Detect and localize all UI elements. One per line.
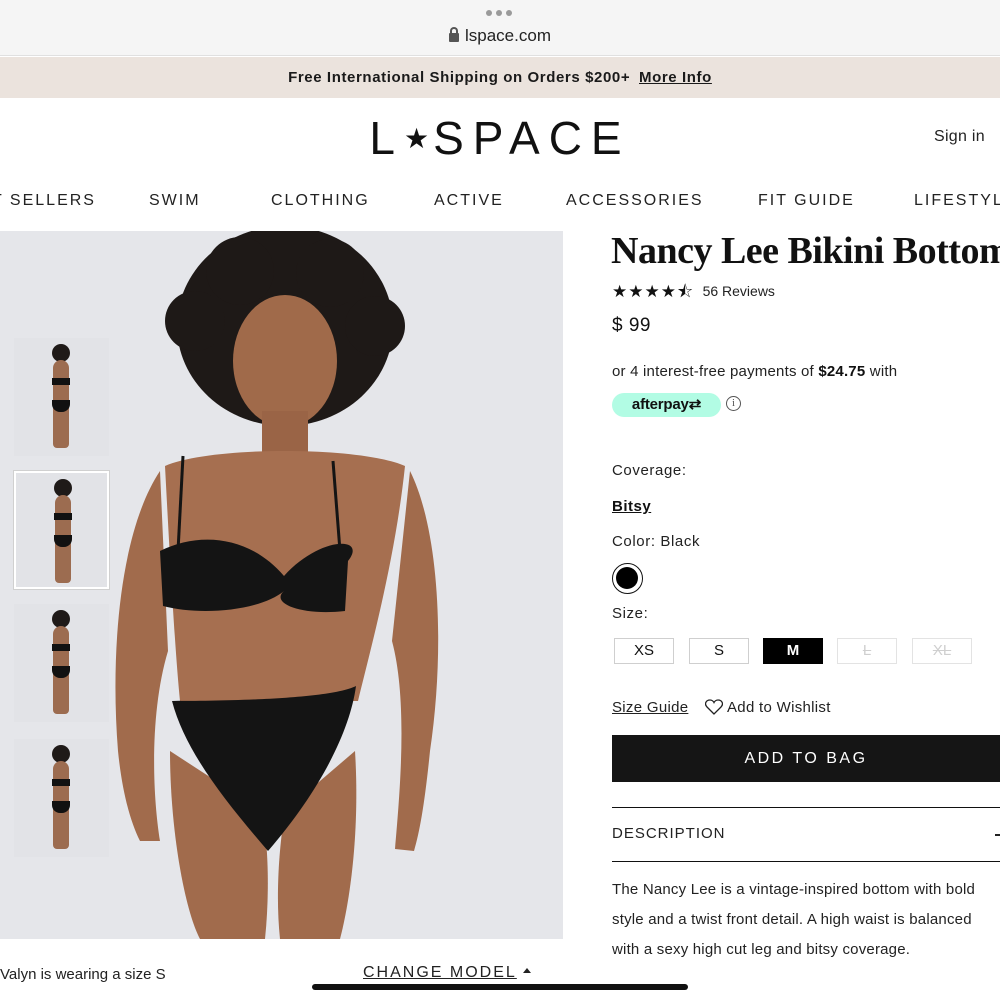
info-icon[interactable]: i bbox=[726, 396, 741, 411]
thumbnail-side-view[interactable] bbox=[14, 604, 109, 722]
size-option-xl: XL bbox=[912, 638, 972, 664]
size-guide-link[interactable]: Size Guide bbox=[612, 699, 688, 716]
nav-item-accessories[interactable]: ACCESSORIES bbox=[566, 192, 704, 210]
thumbnail-pose-view[interactable] bbox=[14, 739, 109, 857]
model-size-caption: Valyn is wearing a size S bbox=[0, 966, 166, 983]
size-option-xs[interactable]: XS bbox=[614, 638, 674, 664]
product-title: Nancy Lee Bikini Bottom bbox=[611, 230, 1000, 272]
divider bbox=[612, 807, 1000, 808]
nav-item-lifestyle[interactable]: LIFESTYLE bbox=[914, 192, 1000, 210]
promo-banner: Free International Shipping on Orders $2… bbox=[0, 57, 1000, 98]
promo-text: Free International Shipping on Orders $2… bbox=[288, 69, 631, 86]
change-model-label: CHANGE MODEL bbox=[363, 964, 517, 981]
size-option-l: L bbox=[837, 638, 897, 664]
star-half-icon: ⯪ bbox=[677, 282, 694, 301]
review-count-link[interactable]: 56 Reviews bbox=[703, 283, 775, 299]
coverage-label: Coverage: bbox=[612, 462, 687, 479]
tab-dots-icon[interactable] bbox=[486, 10, 514, 18]
product-description: The Nancy Lee is a vintage-inspired bott… bbox=[612, 881, 976, 958]
heart-icon bbox=[705, 699, 723, 715]
size-option-s[interactable]: S bbox=[689, 638, 749, 664]
installment-info: or 4 interest-free payments of $24.75 wi… bbox=[612, 363, 897, 380]
more-info-link[interactable]: More Info bbox=[639, 69, 712, 86]
thumbnail-front-view[interactable] bbox=[13, 470, 110, 590]
change-model-button[interactable]: CHANGE MODEL bbox=[363, 964, 531, 982]
lock-icon bbox=[449, 27, 459, 42]
caret-up-icon bbox=[522, 968, 531, 973]
site-logo[interactable]: L★SPACE bbox=[0, 112, 1000, 165]
nav-item-clothing[interactable]: CLOTHING bbox=[271, 192, 370, 210]
description-toggle[interactable]: DESCRIPTION bbox=[612, 825, 726, 842]
star-logo-icon: ★ bbox=[403, 123, 434, 154]
home-indicator bbox=[312, 984, 688, 990]
installment-suffix: with bbox=[869, 363, 898, 380]
size-option-m[interactable]: M bbox=[763, 638, 823, 664]
product-rating[interactable]: ★★★★⯪ 56 Reviews bbox=[612, 282, 775, 302]
star-full-icon: ★ bbox=[644, 282, 660, 301]
logo-letter: L bbox=[369, 112, 404, 164]
sign-in-link[interactable]: Sign in bbox=[934, 128, 985, 146]
nav-item-active[interactable]: ACTIVE bbox=[434, 192, 504, 210]
logo-word: SPACE bbox=[433, 112, 631, 164]
installment-amount: $24.75 bbox=[818, 363, 866, 380]
afterpay-label: afterpay bbox=[631, 396, 689, 413]
nav-item-fit-guide[interactable]: FIT GUIDE bbox=[758, 192, 855, 210]
product-gallery bbox=[0, 231, 563, 939]
color-swatch-black[interactable] bbox=[612, 563, 643, 594]
divider bbox=[612, 861, 1000, 862]
main-nav: T SELLERS SWIM CLOTHING ACTIVE ACCESSORI… bbox=[0, 192, 1000, 216]
nav-item-swim[interactable]: SWIM bbox=[149, 192, 201, 210]
url-text: lspace.com bbox=[465, 26, 551, 45]
color-label: Color: Black bbox=[612, 533, 701, 550]
thumbnail-back-view[interactable] bbox=[14, 338, 109, 456]
product-price: $ 99 bbox=[612, 315, 651, 336]
star-full-icon: ★ bbox=[628, 282, 644, 301]
address-bar[interactable]: lspace.com bbox=[0, 26, 1000, 46]
size-label: Size: bbox=[612, 605, 649, 622]
minus-icon[interactable] bbox=[995, 834, 1000, 836]
add-to-bag-button[interactable]: ADD TO BAG bbox=[612, 735, 1000, 782]
nav-item-best-sellers[interactable]: T SELLERS bbox=[0, 192, 96, 210]
wishlist-label: Add to Wishlist bbox=[727, 699, 831, 716]
star-full-icon: ★ bbox=[612, 282, 628, 301]
coverage-value-link[interactable]: Bitsy bbox=[612, 498, 651, 515]
browser-bar: lspace.com bbox=[0, 0, 1000, 56]
afterpay-badge[interactable]: afterpay⇄ bbox=[612, 393, 721, 417]
add-to-wishlist-button[interactable]: Add to Wishlist bbox=[705, 699, 831, 716]
star-full-icon: ★ bbox=[660, 282, 676, 301]
installment-prefix: or 4 interest-free payments of bbox=[612, 363, 814, 380]
